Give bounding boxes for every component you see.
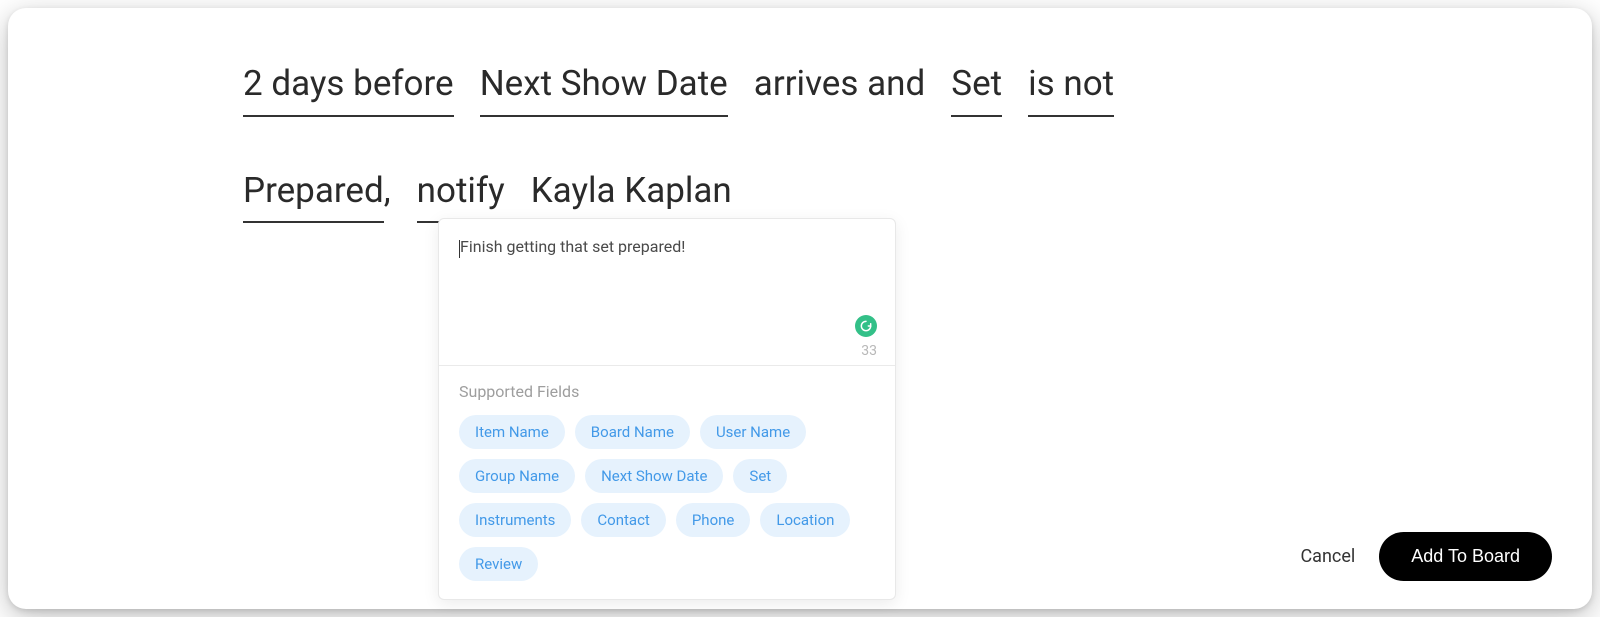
- chip-instruments[interactable]: Instruments: [459, 503, 571, 537]
- connector-arrives-and: arrives and: [754, 58, 925, 111]
- rule-sentence-line2: Prepared, notify Kayla Kaplan: [243, 165, 1452, 224]
- cancel-button[interactable]: Cancel: [1300, 546, 1355, 567]
- status-condition-token[interactable]: is not: [1028, 58, 1114, 117]
- supported-fields-section: Supported Fields Item Name Board Name Us…: [439, 366, 895, 599]
- chip-item-name[interactable]: Item Name: [459, 415, 565, 449]
- recipient-token[interactable]: Kayla Kaplan: [531, 165, 732, 224]
- message-text-content: Finish getting that set prepared!: [460, 237, 685, 256]
- rule-sentence: 2 days before Next Show Date arrives and…: [243, 58, 1452, 117]
- chip-phone[interactable]: Phone: [676, 503, 751, 537]
- date-field-token[interactable]: Next Show Date: [480, 58, 728, 117]
- char-count: 33: [861, 343, 877, 359]
- chip-contact[interactable]: Contact: [581, 503, 665, 537]
- status-field-token[interactable]: Set: [951, 58, 1002, 117]
- rule-builder-card: 2 days before Next Show Date arrives and…: [8, 8, 1592, 609]
- grammarly-icon: [855, 315, 877, 337]
- chip-group-name[interactable]: Group Name: [459, 459, 575, 493]
- message-textarea[interactable]: Finish getting that set prepared!: [459, 237, 875, 256]
- time-offset-token[interactable]: 2 days before: [243, 58, 454, 117]
- chip-user-name[interactable]: User Name: [700, 415, 806, 449]
- action-token[interactable]: notify: [417, 165, 505, 224]
- status-value-token[interactable]: Prepared: [243, 165, 384, 224]
- message-textarea-wrapper[interactable]: Finish getting that set prepared! 33: [439, 219, 895, 365]
- chip-next-show-date[interactable]: Next Show Date: [585, 459, 723, 493]
- comma: ,: [384, 165, 391, 218]
- add-to-board-button[interactable]: Add To Board: [1379, 532, 1552, 581]
- chips-container: Item Name Board Name User Name Group Nam…: [459, 415, 875, 581]
- footer-actions: Cancel Add To Board: [1300, 532, 1552, 581]
- chip-board-name[interactable]: Board Name: [575, 415, 690, 449]
- chip-review[interactable]: Review: [459, 547, 538, 581]
- chip-location[interactable]: Location: [760, 503, 850, 537]
- supported-fields-label: Supported Fields: [459, 382, 875, 401]
- message-popover: Finish getting that set prepared! 33 Sup…: [438, 218, 896, 600]
- text-caret: [459, 240, 460, 258]
- chip-set[interactable]: Set: [733, 459, 787, 493]
